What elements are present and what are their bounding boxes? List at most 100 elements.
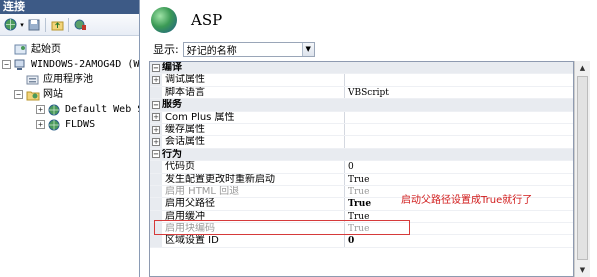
collapse-icon[interactable]: −: [2, 60, 11, 69]
connect-globe-icon[interactable]: [3, 18, 17, 32]
expand-icon[interactable]: +: [152, 138, 160, 147]
property-row-com-plus[interactable]: + Com Plus 属性: [150, 111, 573, 124]
property-value[interactable]: VBScript: [345, 87, 573, 98]
grid-margin: [150, 235, 162, 247]
iis-manager-window: 连接 ▾ 起始页 − WINDOWS-2AMOG4D (W 应用程序池 − 网站…: [0, 0, 597, 277]
property-row-debug[interactable]: + 调试属性: [150, 74, 573, 87]
property-name: 发生配置更改时重新启动: [162, 173, 345, 185]
grid-margin: [150, 161, 162, 173]
category-spacer: [345, 62, 573, 73]
property-name: 代码页: [162, 161, 345, 173]
toolbar-separator: [68, 17, 69, 32]
tree-item-label: 起始页: [31, 44, 61, 55]
server-icon: [14, 59, 28, 71]
grid-margin: +: [150, 111, 162, 123]
property-row-session[interactable]: + 会话属性: [150, 136, 573, 149]
tree-item-default-web-site[interactable]: + Default Web S:: [0, 102, 139, 117]
display-label: 显示:: [153, 43, 179, 56]
tree-item-server[interactable]: − WINDOWS-2AMOG4D (WIN: [0, 57, 139, 72]
grid-margin: −: [150, 62, 162, 74]
property-value[interactable]: [345, 112, 573, 123]
collapse-icon[interactable]: −: [152, 63, 160, 72]
up-level-icon[interactable]: [50, 18, 64, 32]
property-row-code-page[interactable]: 代码页 0: [150, 161, 573, 174]
sites-folder-icon: [26, 89, 40, 101]
tree-item-start-page[interactable]: 起始页: [0, 42, 139, 57]
start-page-icon: [14, 44, 28, 56]
category-row-services[interactable]: − 服务: [150, 99, 573, 112]
property-grid: − 编译 + 调试属性 脚本语言 VBScript − 服务 + Com Plu…: [149, 61, 574, 277]
property-name: 区域设置 ID: [162, 235, 345, 247]
expand-icon[interactable]: +: [152, 113, 160, 122]
category-spacer: [345, 99, 573, 110]
expand-icon[interactable]: +: [36, 120, 45, 129]
category-row-behavior[interactable]: − 行为: [150, 148, 573, 162]
property-name: Com Plus 属性: [162, 111, 345, 123]
scroll-down-arrow-icon[interactable]: ▼: [575, 263, 590, 277]
chevron-down-icon[interactable]: ▼: [301, 42, 314, 56]
grid-margin: [150, 198, 162, 210]
connections-toolbar: ▾: [0, 14, 139, 36]
property-value[interactable]: 0: [345, 161, 573, 172]
display-select[interactable]: 好记的名称 ▼: [182, 41, 315, 57]
property-row-cache[interactable]: + 缓存属性: [150, 123, 573, 137]
grid-margin: +: [150, 123, 162, 136]
toolbar-separator: [45, 17, 46, 32]
property-name: 会话属性: [162, 136, 345, 148]
property-name: 调试属性: [162, 74, 345, 86]
tree-item-label: 网站: [43, 89, 63, 100]
grid-margin: +: [150, 136, 162, 148]
expand-icon[interactable]: +: [36, 105, 45, 114]
property-value[interactable]: 0: [345, 235, 573, 246]
tree-item-label: 应用程序池: [43, 74, 93, 85]
property-row-restart-on-config-change[interactable]: 发生配置更改时重新启动 True: [150, 173, 573, 186]
collapse-icon[interactable]: −: [152, 100, 160, 109]
category-row-compile[interactable]: − 编译: [150, 62, 573, 75]
grid-margin: [150, 86, 162, 99]
property-value[interactable]: [345, 74, 573, 85]
connections-title: 连接: [0, 0, 139, 14]
category-label: 编译: [162, 62, 182, 73]
scroll-up-arrow-icon[interactable]: ▲: [575, 61, 590, 75]
property-name: 启用 HTML 回退: [162, 185, 345, 198]
save-icon[interactable]: [27, 18, 41, 32]
expand-icon[interactable]: +: [152, 76, 160, 85]
property-name: 启用父路径: [162, 198, 345, 210]
collapse-icon[interactable]: −: [152, 150, 160, 159]
connections-pane: 连接 ▾ 起始页 − WINDOWS-2AMOG4D (W 应用程序池 − 网站…: [0, 0, 140, 277]
category-label: 行为: [162, 148, 182, 160]
property-row-locale-id[interactable]: 区域设置 ID 0: [150, 235, 573, 248]
collapse-icon[interactable]: −: [14, 90, 23, 99]
display-row: 显示: 好记的名称 ▼: [141, 40, 597, 58]
highlight-box: [154, 220, 410, 235]
app-pool-icon: [26, 74, 40, 86]
grid-margin: −: [150, 99, 162, 111]
asp-globe-icon: [151, 7, 177, 33]
tree-item-app-pools[interactable]: 应用程序池: [0, 72, 139, 87]
connections-tree: 起始页 − WINDOWS-2AMOG4D (WIN 应用程序池 −: [0, 36, 139, 132]
website-globe-icon: [48, 119, 62, 131]
grid-margin: +: [150, 74, 162, 86]
vertical-scrollbar[interactable]: ▲ ▼: [574, 61, 590, 277]
property-value[interactable]: True: [345, 174, 573, 185]
property-value[interactable]: [345, 136, 573, 147]
tree-item-label: Default Web S:: [65, 104, 139, 115]
website-globe-icon: [48, 104, 62, 116]
page-header: ASP: [141, 0, 597, 40]
property-row-script-language[interactable]: 脚本语言 VBScript: [150, 86, 573, 100]
grid-margin: [150, 173, 162, 185]
asp-feature-pane: ASP 显示: 好记的名称 ▼ − 编译 + 调试属性 脚本语言 VBScrip…: [141, 0, 597, 277]
tree-item-fldws[interactable]: + FLDWS: [0, 117, 139, 132]
grid-margin: −: [150, 148, 162, 161]
scroll-thumb[interactable]: [577, 76, 588, 260]
category-spacer: [345, 149, 573, 160]
property-name: 缓存属性: [162, 123, 345, 136]
dropdown-arrow-icon[interactable]: ▾: [19, 18, 25, 32]
page-title: ASP: [191, 11, 223, 29]
property-value[interactable]: [345, 124, 573, 135]
tree-item-sites[interactable]: − 网站: [0, 87, 139, 102]
category-label: 服务: [162, 99, 182, 111]
tree-item-label: WINDOWS-2AMOG4D (WIN: [31, 59, 139, 70]
expand-icon[interactable]: +: [152, 125, 160, 134]
connect-to-server-icon[interactable]: [73, 18, 87, 32]
